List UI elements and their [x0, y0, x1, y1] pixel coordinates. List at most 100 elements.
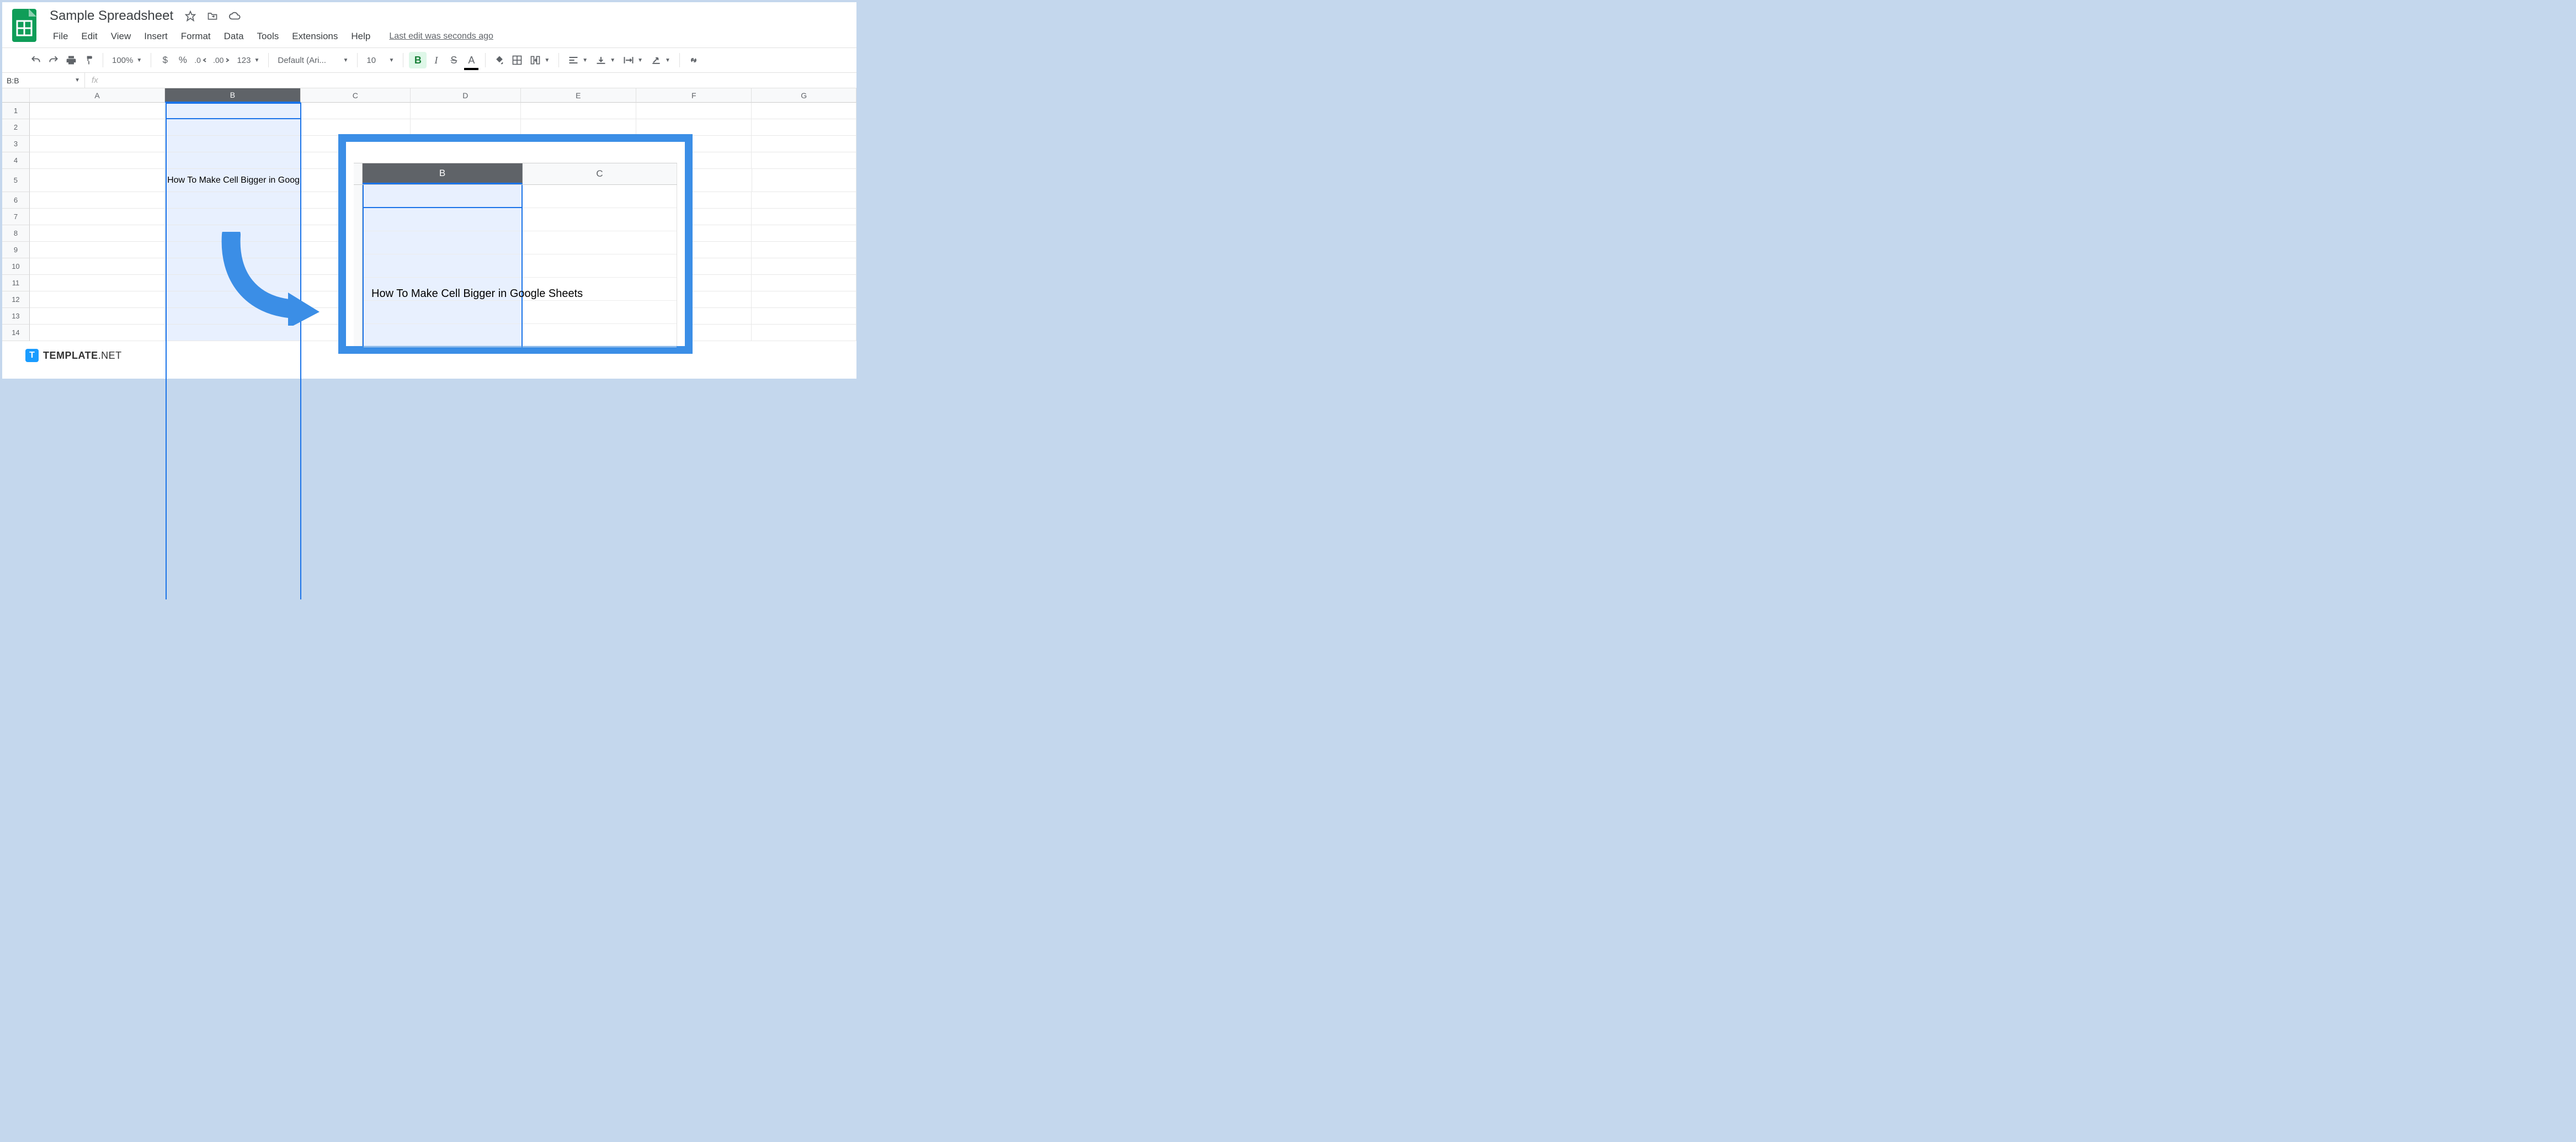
cell-A8[interactable] [30, 225, 165, 242]
doc-title[interactable]: Sample Spreadsheet [47, 7, 175, 25]
menu-file[interactable]: File [47, 29, 73, 44]
font-size-select[interactable]: 10▼ [363, 56, 397, 65]
sheets-logo-icon[interactable] [12, 9, 36, 42]
print-button[interactable] [63, 52, 79, 68]
cell-F2[interactable] [636, 119, 752, 136]
decrease-decimal-button[interactable]: .0 [192, 52, 210, 68]
cell-B13[interactable] [165, 308, 300, 325]
cell-B11[interactable] [165, 275, 300, 291]
row-header[interactable]: 2 [2, 119, 30, 136]
row-header[interactable]: 5 [2, 169, 30, 192]
row-header[interactable]: 3 [2, 136, 30, 152]
row-header[interactable]: 10 [2, 258, 30, 275]
row-header[interactable]: 12 [2, 291, 30, 308]
cell-B2[interactable] [165, 119, 300, 136]
text-rotation-button[interactable]: ▼ [647, 55, 674, 65]
cell-B1[interactable] [165, 103, 300, 119]
insert-link-button[interactable] [685, 52, 702, 68]
cell-G8[interactable] [752, 225, 856, 242]
name-box[interactable]: B:B ▼ [2, 73, 85, 88]
cell-B4[interactable] [165, 152, 300, 169]
text-color-button[interactable]: A [463, 52, 480, 68]
row-header[interactable]: 6 [2, 192, 30, 209]
move-folder-icon[interactable] [205, 9, 220, 23]
cell-B14[interactable] [165, 325, 300, 341]
cell-A1[interactable] [30, 103, 165, 119]
cell-G14[interactable] [752, 325, 856, 341]
menu-format[interactable]: Format [175, 29, 216, 44]
currency-button[interactable]: $ [157, 52, 173, 68]
vertical-align-button[interactable]: ▼ [592, 55, 619, 65]
cell-G12[interactable] [752, 291, 856, 308]
redo-button[interactable] [45, 52, 62, 68]
cell-A2[interactable] [30, 119, 165, 136]
zoom-select[interactable]: 100%▼ [109, 56, 145, 65]
cell-A11[interactable] [30, 275, 165, 291]
cell-G7[interactable] [752, 209, 856, 225]
cell-C2[interactable] [301, 119, 411, 136]
menu-extensions[interactable]: Extensions [286, 29, 343, 44]
cell-F1[interactable] [636, 103, 752, 119]
cell-A9[interactable] [30, 242, 165, 258]
cell-G10[interactable] [752, 258, 856, 275]
cell-G13[interactable] [752, 308, 856, 325]
cloud-status-icon[interactable] [227, 9, 242, 23]
row-header[interactable]: 4 [2, 152, 30, 169]
fill-color-button[interactable] [491, 52, 508, 68]
menu-edit[interactable]: Edit [76, 29, 103, 44]
col-header-F[interactable]: F [636, 88, 752, 103]
borders-button[interactable] [509, 52, 525, 68]
cell-A7[interactable] [30, 209, 165, 225]
col-header-E[interactable]: E [521, 88, 636, 103]
more-formats-button[interactable]: 123▼ [233, 56, 263, 65]
cell-B9[interactable] [165, 242, 300, 258]
menu-data[interactable]: Data [219, 29, 249, 44]
paint-format-button[interactable] [81, 52, 97, 68]
text-wrap-button[interactable]: ▼ [620, 55, 646, 65]
cell-A13[interactable] [30, 308, 165, 325]
cell-B5[interactable]: How To Make Cell Bigger in Goog [165, 169, 301, 192]
cell-G3[interactable] [752, 136, 856, 152]
cell-C1[interactable] [301, 103, 411, 119]
cell-B12[interactable] [165, 291, 300, 308]
col-header-A[interactable]: A [30, 88, 165, 103]
merge-cells-button[interactable]: ▼ [526, 55, 553, 66]
cell-G2[interactable] [752, 119, 856, 136]
star-icon[interactable] [183, 9, 198, 23]
cell-A6[interactable] [30, 192, 165, 209]
cell-A4[interactable] [30, 152, 165, 169]
col-header-C[interactable]: C [301, 88, 411, 103]
font-select[interactable]: Default (Ari...▼ [274, 56, 352, 65]
cell-B6[interactable] [165, 192, 300, 209]
cell-G11[interactable] [752, 275, 856, 291]
col-header-B[interactable]: B [165, 88, 300, 103]
cell-B3[interactable] [165, 136, 300, 152]
cell-B10[interactable] [165, 258, 300, 275]
cell-G1[interactable] [752, 103, 856, 119]
menu-view[interactable]: View [105, 29, 137, 44]
cell-D1[interactable] [411, 103, 520, 119]
cell-A14[interactable] [30, 325, 165, 341]
cell-A12[interactable] [30, 291, 165, 308]
row-header[interactable]: 11 [2, 275, 30, 291]
row-header[interactable]: 9 [2, 242, 30, 258]
col-header-G[interactable]: G [752, 88, 856, 103]
cell-A3[interactable] [30, 136, 165, 152]
cell-G4[interactable] [752, 152, 856, 169]
strikethrough-button[interactable]: S [445, 52, 462, 68]
cell-E1[interactable] [521, 103, 636, 119]
row-header[interactable]: 14 [2, 325, 30, 341]
select-all-corner[interactable] [2, 88, 30, 103]
row-header[interactable]: 1 [2, 103, 30, 119]
bold-button[interactable]: B [409, 52, 427, 68]
menu-tools[interactable]: Tools [252, 29, 285, 44]
cell-D2[interactable] [411, 119, 520, 136]
row-header[interactable]: 8 [2, 225, 30, 242]
menu-help[interactable]: Help [345, 29, 376, 44]
row-header[interactable]: 13 [2, 308, 30, 325]
cell-G9[interactable] [752, 242, 856, 258]
percent-button[interactable]: % [174, 52, 191, 68]
cell-A10[interactable] [30, 258, 165, 275]
cell-B7[interactable] [165, 209, 300, 225]
menu-insert[interactable]: Insert [139, 29, 173, 44]
